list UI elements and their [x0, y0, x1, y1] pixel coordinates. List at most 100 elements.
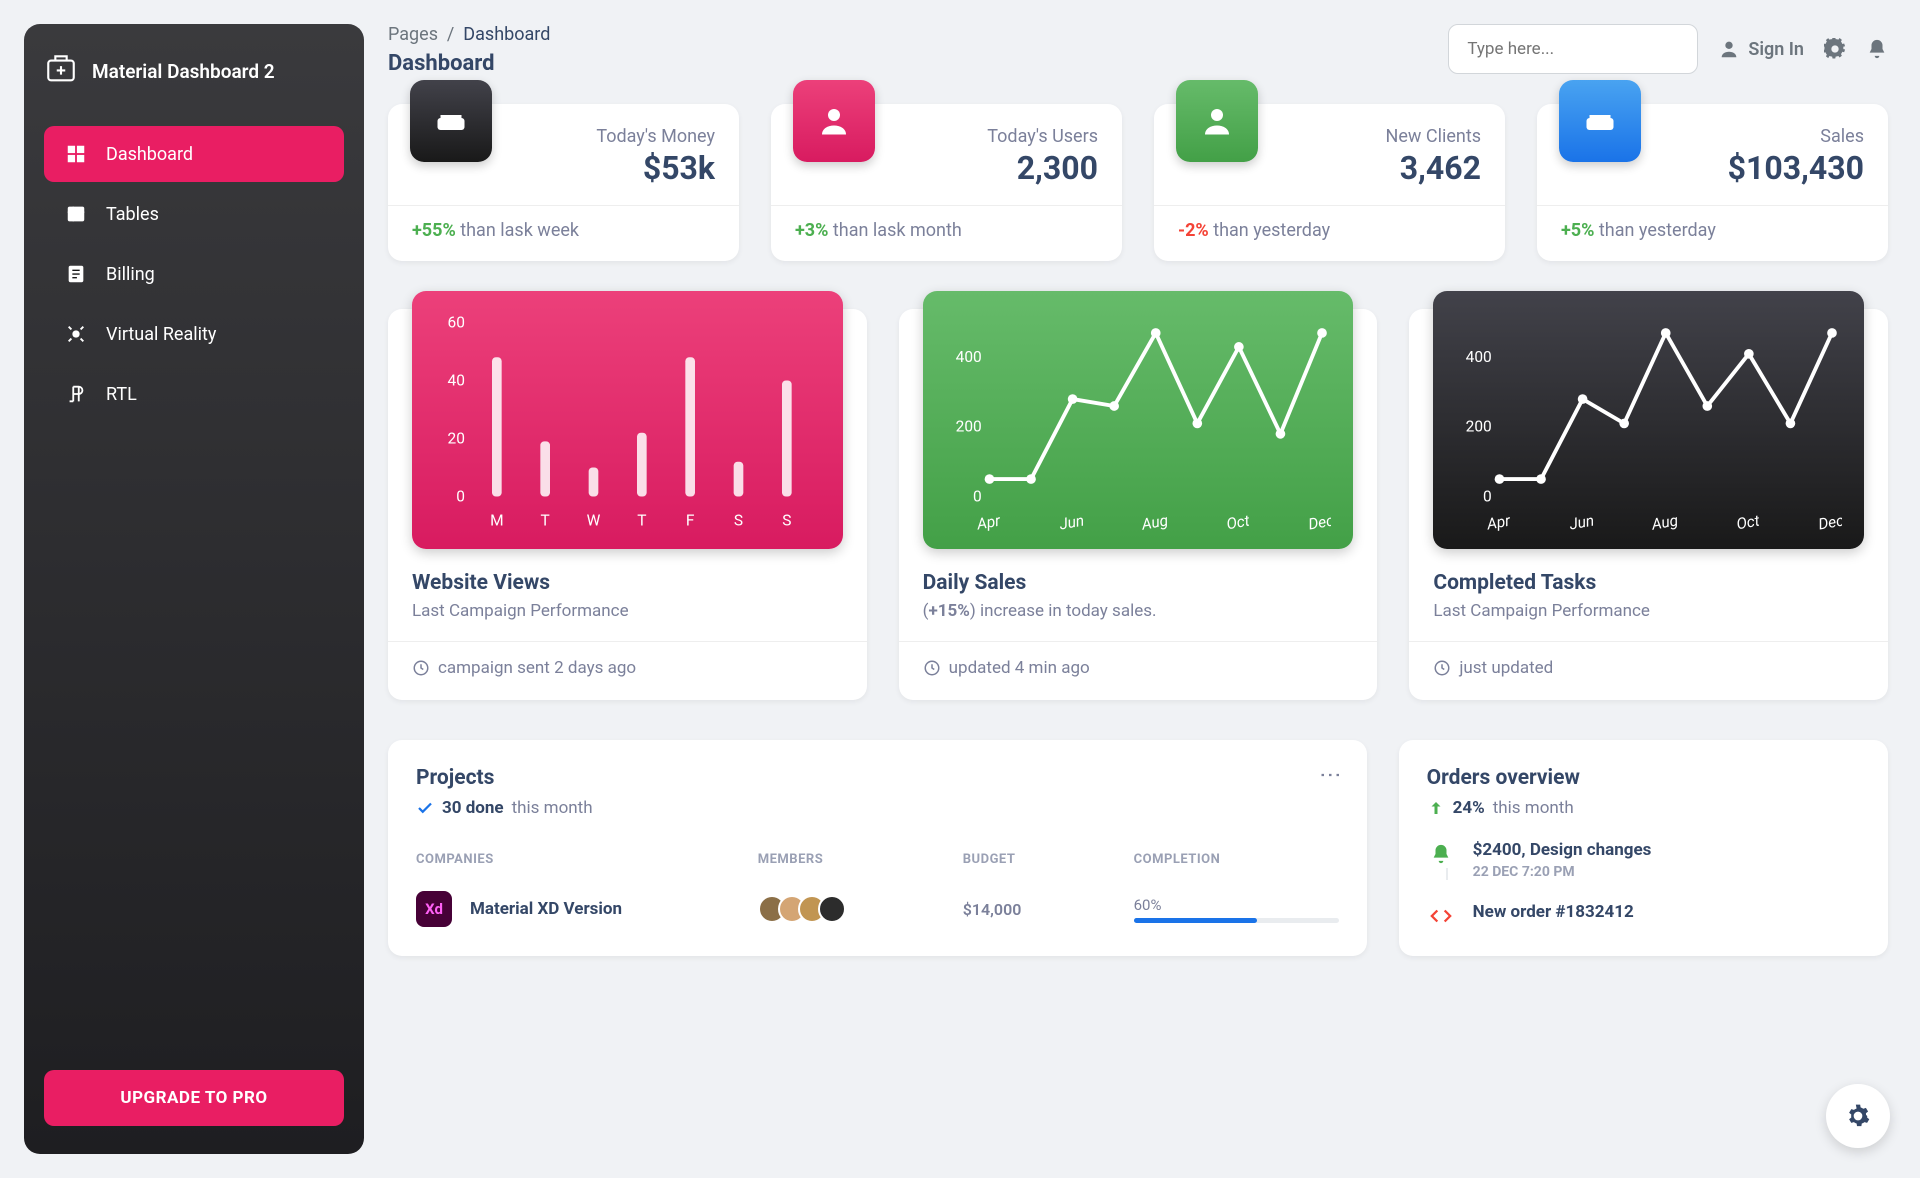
- svg-text:Jun: Jun: [1568, 511, 1596, 533]
- col-companies: COMPANIES: [416, 852, 758, 867]
- svg-text:W: W: [587, 511, 601, 529]
- rtl-icon: [64, 382, 88, 406]
- order-date: 22 DEC 7:20 PM: [1473, 864, 1652, 880]
- stat-tail: than yesterday: [1209, 220, 1330, 241]
- sidebar-item-label: RTL: [106, 384, 137, 405]
- sidebar-item-label: Dashboard: [106, 144, 193, 165]
- stats-row: Today's Money$53k +55% than lask week To…: [388, 104, 1888, 261]
- sidebar-item-dashboard[interactable]: Dashboard: [44, 126, 344, 182]
- stat-tail: than yesterday: [1594, 220, 1715, 241]
- orders-title: Orders overview: [1427, 766, 1860, 790]
- svg-text:400: 400: [1466, 348, 1492, 366]
- stat-delta: +5%: [1561, 220, 1594, 241]
- person-icon: [793, 80, 875, 162]
- sidebar-item-tables[interactable]: Tables: [44, 186, 344, 242]
- col-members: MEMBERS: [758, 852, 963, 867]
- chart-foot-text: campaign sent 2 days ago: [438, 658, 636, 678]
- settings-fab[interactable]: [1826, 1084, 1890, 1148]
- projects-done-tail: this month: [512, 798, 593, 818]
- col-budget: BUDGET: [963, 852, 1134, 867]
- stat-card-users: Today's Users2,300 +3% than lask month: [771, 104, 1122, 261]
- sidebar: Material Dashboard 2 Dashboard Tables Bi…: [24, 24, 364, 1154]
- svg-text:S: S: [734, 511, 743, 529]
- signin-link[interactable]: Sign In: [1718, 38, 1804, 60]
- chart-card-views: 0204060MTWTFSS Website Views Last Campai…: [388, 309, 867, 700]
- orders-delta: 24%: [1453, 798, 1485, 818]
- order-title: $2400, Design changes: [1473, 840, 1652, 860]
- stat-card-clients: New Clients3,462 -2% than yesterday: [1154, 104, 1505, 261]
- gear-icon: [1845, 1103, 1871, 1129]
- svg-text:Apr: Apr: [974, 511, 1002, 533]
- brand[interactable]: Material Dashboard 2: [44, 52, 344, 90]
- svg-text:200: 200: [955, 418, 981, 436]
- svg-text:Dec: Dec: [1817, 511, 1842, 533]
- avatar[interactable]: [818, 895, 846, 923]
- gear-icon[interactable]: [1824, 38, 1846, 60]
- signin-label: Sign In: [1748, 39, 1804, 60]
- chart-canvas: 0200400AprJunAugOctDec: [1433, 291, 1864, 549]
- order-item: $2400, Design changes 22 DEC 7:20 PM: [1427, 840, 1860, 880]
- projects-panel: Projects 30 done this month ⋮ COMPANIES …: [388, 740, 1367, 956]
- svg-text:400: 400: [955, 348, 981, 366]
- svg-text:60: 60: [448, 313, 465, 331]
- table-header: COMPANIES MEMBERS BUDGET COMPLETION: [416, 852, 1339, 867]
- svg-text:40: 40: [448, 371, 465, 389]
- svg-text:0: 0: [973, 487, 982, 505]
- members-avatars: [758, 895, 963, 923]
- sidebar-item-rtl[interactable]: RTL: [44, 366, 344, 422]
- svg-text:Jun: Jun: [1058, 511, 1086, 533]
- chart-card-tasks: 0200400AprJunAugOctDec Completed Tasks L…: [1409, 309, 1888, 700]
- weekend-icon: [1559, 80, 1641, 162]
- svg-text:200: 200: [1466, 418, 1492, 436]
- upgrade-button[interactable]: UPGRADE TO PRO: [44, 1070, 344, 1126]
- bell-icon[interactable]: [1866, 38, 1888, 60]
- clock-icon: [1433, 659, 1451, 677]
- person-icon: [1176, 80, 1258, 162]
- search-input[interactable]: [1448, 24, 1698, 74]
- table-row: Xd Material XD Version $14,000 60%: [416, 891, 1339, 927]
- sidebar-item-label: Billing: [106, 264, 155, 285]
- stat-delta: -2%: [1178, 220, 1209, 241]
- code-icon: [1427, 902, 1455, 930]
- brand-icon: [44, 52, 78, 90]
- sidebar-item-vr[interactable]: Virtual Reality: [44, 306, 344, 362]
- billing-icon: [64, 262, 88, 286]
- svg-text:20: 20: [448, 429, 465, 447]
- completion: 60%: [1134, 896, 1339, 923]
- stat-card-sales: Sales$103,430 +5% than yesterday: [1537, 104, 1888, 261]
- budget: $14,000: [963, 900, 1134, 919]
- svg-text:T: T: [637, 511, 646, 529]
- weekend-icon: [410, 80, 492, 162]
- order-title: New order #1832412: [1473, 902, 1634, 922]
- chart-card-sales: 0200400AprJunAugOctDec Daily Sales (+15%…: [899, 309, 1378, 700]
- tables-icon: [64, 202, 88, 226]
- chart-foot-text: updated 4 min ago: [949, 658, 1090, 678]
- stat-tail: than lask month: [828, 220, 961, 241]
- chart-foot-text: just updated: [1459, 658, 1553, 678]
- svg-text:S: S: [782, 511, 791, 529]
- more-icon[interactable]: ⋮: [1318, 764, 1343, 784]
- company-name: Material XD Version: [470, 899, 622, 919]
- bell-icon: [1427, 840, 1455, 868]
- stat-card-money: Today's Money$53k +55% than lask week: [388, 104, 739, 261]
- chart-subtitle: (+15%) increase in today sales.: [923, 601, 1354, 621]
- sidebar-item-billing[interactable]: Billing: [44, 246, 344, 302]
- chart-canvas: 0 200 400 Apr Jun Aug Oct Dec: [923, 291, 1354, 549]
- sidebar-item-label: Virtual Reality: [106, 324, 216, 345]
- orders-delta-tail: this month: [1493, 798, 1574, 818]
- svg-text:Dec: Dec: [1307, 511, 1332, 533]
- svg-text:Apr: Apr: [1485, 511, 1513, 533]
- order-item: New order #1832412: [1427, 902, 1860, 930]
- main: Pages / Dashboard Dashboard Sign In Toda…: [388, 0, 1920, 1178]
- xd-icon: Xd: [416, 891, 452, 927]
- breadcrumb-root[interactable]: Pages: [388, 24, 438, 45]
- completion-pct: 60%: [1134, 896, 1339, 914]
- svg-text:Aug: Aug: [1139, 511, 1170, 534]
- chart-subtitle: Last Campaign Performance: [412, 601, 843, 621]
- chart-canvas: 0204060MTWTFSS: [412, 291, 843, 549]
- stat-tail: than lask week: [456, 220, 579, 241]
- svg-text:T: T: [541, 511, 550, 529]
- svg-text:Oct: Oct: [1225, 512, 1251, 534]
- breadcrumb-current: Dashboard: [463, 24, 550, 45]
- dashboard-icon: [64, 142, 88, 166]
